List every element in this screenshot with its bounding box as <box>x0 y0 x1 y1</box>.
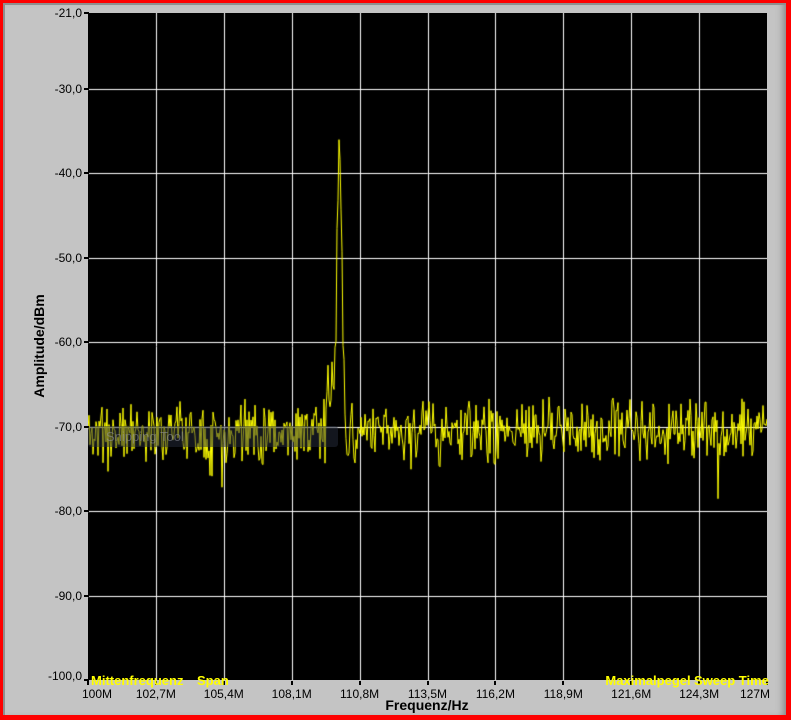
y-axis-tick-label: -100,0 <box>47 669 82 683</box>
y-axis-tick-label: -40,0 <box>54 166 82 181</box>
max-level-label: Maximalpegel <box>605 673 691 688</box>
y-axis-tick-label: -60,0 <box>54 335 82 350</box>
y-axis-tick-mark <box>84 510 89 512</box>
y-axis-tick-mark <box>84 88 89 90</box>
x-axis-tick-label: 116,2M <box>475 687 515 701</box>
plot-area: Snipping Tool Mittenfrequenz 113.500000 … <box>88 13 769 688</box>
x-axis-tick-mark <box>359 681 361 685</box>
x-axis-tick-mark <box>87 681 89 685</box>
y-axis-tick-label: -30,0 <box>54 81 82 96</box>
center-frequency-label: Mittenfrequenz <box>91 673 184 688</box>
spectrum-trace-canvas <box>88 13 767 680</box>
span-label: Span <box>197 673 229 688</box>
watermark-text: Snipping Tool <box>106 429 184 444</box>
y-axis-tick-label: -21,0 <box>54 6 82 20</box>
snipping-tool-watermark: Snipping Tool <box>88 426 338 447</box>
x-axis-tick-label: 113,5M <box>407 687 448 701</box>
y-axis-tick-label: -50,0 <box>54 250 82 265</box>
x-axis-tick-label: 118,9M <box>543 687 583 701</box>
y-axis-tick-label: -90,0 <box>54 588 82 603</box>
x-axis-tick-mark <box>427 681 429 685</box>
y-axis-tick-mark <box>84 257 89 259</box>
y-axis-tick-mark <box>84 172 89 174</box>
y-axis-tick-mark <box>84 595 89 597</box>
x-axis-tick-mark <box>291 681 293 685</box>
readout-center-frequency: Mittenfrequenz 113.500000 MHz <box>91 637 184 715</box>
spectrum-analyzer-window: Snipping Tool Mittenfrequenz 113.500000 … <box>0 0 791 720</box>
y-axis-tick-mark <box>84 12 89 14</box>
y-axis-tick-label: -70,0 <box>54 419 82 434</box>
sweep-time-label: Sweep Time <box>694 673 769 688</box>
readout-span: Span 27.000000 MHz <box>197 637 285 715</box>
readout-sweep-time: Sweep Time 308 ms <box>694 637 769 715</box>
x-axis-tick-label: 110,8M <box>340 687 380 701</box>
y-axis-tick-label: -80,0 <box>54 504 82 519</box>
x-axis-tick-mark <box>494 681 496 685</box>
readout-max-level: Maximalpegel -36 dB <box>604 637 692 715</box>
y-axis-tick-mark <box>84 341 89 343</box>
x-axis-tick-mark <box>562 681 564 685</box>
